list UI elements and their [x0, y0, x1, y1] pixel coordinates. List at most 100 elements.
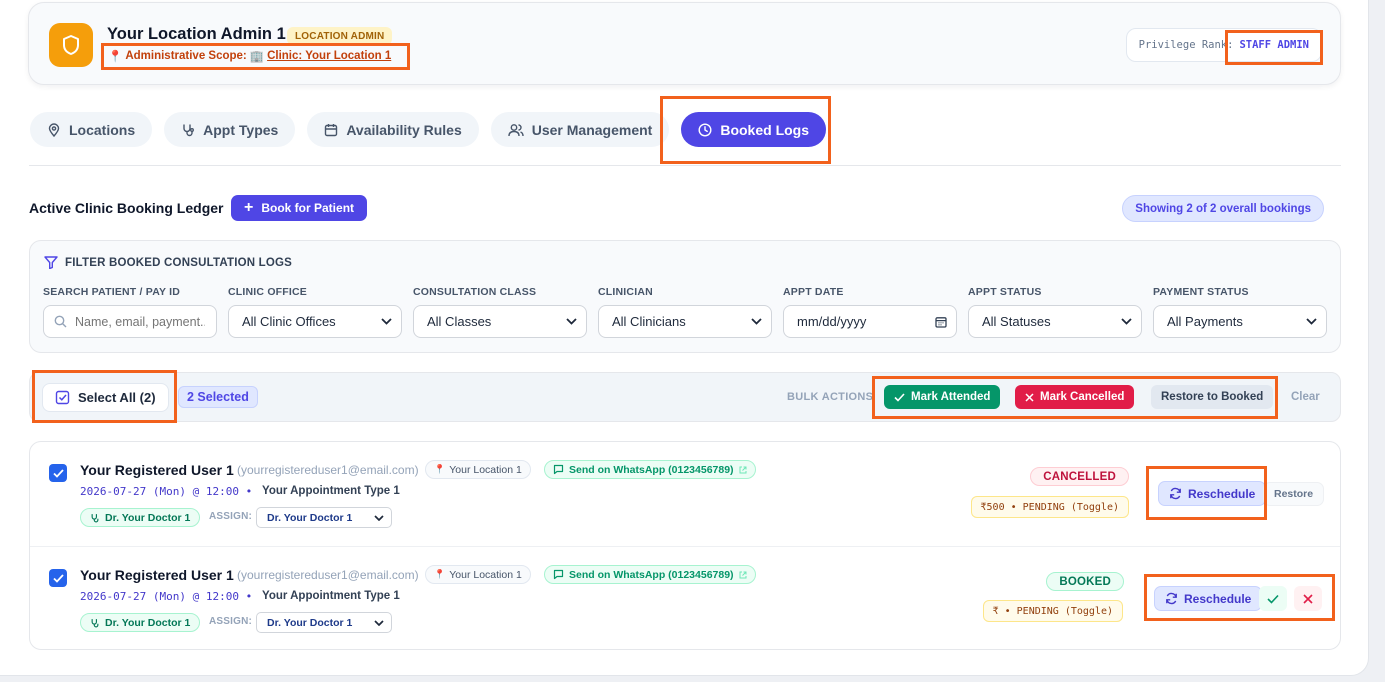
- assign-doctor-select[interactable]: Dr. Your Doctor 1: [256, 612, 392, 633]
- role-badge: LOCATION ADMIN: [287, 27, 393, 45]
- check-icon: [52, 573, 64, 583]
- class-label: CONSULTATION CLASS: [413, 286, 537, 298]
- whatsapp-label: Send on WhatsApp (0123456789): [569, 463, 734, 476]
- rank-value: STAFF ADMIN: [1239, 39, 1309, 51]
- search-label: SEARCH PATIENT / PAY ID: [43, 286, 181, 298]
- selected-count-badge: 2 Selected: [178, 386, 258, 408]
- search-icon: [54, 315, 67, 328]
- restore-to-booked-button[interactable]: Restore to Booked: [1151, 385, 1274, 409]
- tab-booked-logs[interactable]: Booked Logs: [681, 112, 827, 147]
- rank-label: Privilege Rank:: [1138, 39, 1234, 51]
- clinician-select[interactable]: All Clinicians: [598, 305, 772, 338]
- external-link-icon: [739, 466, 747, 473]
- assign-label: ASSIGN:: [209, 511, 253, 522]
- filter-class: CONSULTATION CLASS All Classes: [413, 286, 587, 338]
- tab-availability-rules[interactable]: Availability Rules: [307, 112, 479, 147]
- patient-name: Your Registered User 1: [80, 567, 234, 583]
- check-icon: [52, 468, 64, 478]
- reschedule-button[interactable]: Reschedule: [1158, 481, 1267, 506]
- filter-payment: PAYMENT STATUS All Payments: [1153, 286, 1327, 338]
- close-icon: [1303, 593, 1313, 604]
- search-input[interactable]: [75, 314, 205, 329]
- close-icon: [1025, 392, 1034, 402]
- filter-heading-text: FILTER BOOKED CONSULTATION LOGS: [65, 256, 293, 269]
- payment-toggle[interactable]: ₹500 • PENDING (Toggle): [970, 496, 1129, 518]
- status-label: APPT STATUS: [968, 286, 1042, 298]
- select-all-button[interactable]: Select All (2): [42, 383, 169, 412]
- plus-icon: +: [244, 199, 254, 216]
- location-pill: 📍 Your Location 1: [425, 460, 531, 479]
- mark-cancelled-button[interactable]: Mark Cancelled: [1015, 385, 1135, 409]
- filter-search: SEARCH PATIENT / PAY ID: [43, 286, 217, 338]
- whatsapp-link[interactable]: Send on WhatsApp (0123456789): [544, 565, 756, 584]
- assign-doctor-select[interactable]: Dr. Your Doctor 1: [256, 507, 392, 528]
- select-all-label: Select All (2): [78, 390, 156, 405]
- search-box[interactable]: [43, 305, 217, 338]
- class-value: All Classes: [427, 314, 492, 329]
- clear-selection-button[interactable]: Clear: [1291, 391, 1320, 403]
- tab-appt-types[interactable]: Appt Types: [164, 112, 296, 147]
- appointment-datetime: 2026-07-27 (Mon) @ 12:00 •: [80, 485, 253, 498]
- refresh-icon: [1170, 487, 1181, 500]
- reschedule-button[interactable]: Reschedule: [1154, 586, 1263, 611]
- row-checkbox[interactable]: [49, 569, 67, 587]
- filter-panel: FILTER BOOKED CONSULTATION LOGS SEARCH P…: [29, 240, 1341, 353]
- map-pin-icon: 📍: [108, 51, 123, 63]
- doctor-name: Dr. Your Doctor 1: [105, 511, 191, 524]
- row-checkbox[interactable]: [49, 464, 67, 482]
- checkbox-checked-icon: [55, 390, 70, 405]
- whatsapp-link[interactable]: Send on WhatsApp (0123456789): [544, 460, 756, 479]
- check-icon: [1267, 594, 1279, 604]
- reschedule-label: Reschedule: [1184, 591, 1252, 606]
- external-link-icon: [739, 571, 747, 578]
- payment-select[interactable]: All Payments: [1153, 305, 1327, 338]
- bulk-actions-bar: Select All (2) 2 Selected BULK ACTIONS M…: [29, 372, 1341, 422]
- mark-attended-button[interactable]: Mark Attended: [884, 385, 1001, 409]
- mark-attended-icon-button[interactable]: [1259, 586, 1287, 611]
- office-label: CLINIC OFFICE: [228, 286, 308, 298]
- book-button-label: Book for Patient: [261, 201, 355, 215]
- payment-value: All Payments: [1167, 314, 1243, 329]
- calendar-icon[interactable]: [935, 316, 947, 328]
- chevron-down-icon: [374, 619, 384, 626]
- tab-label: Availability Rules: [346, 121, 462, 138]
- date-input[interactable]: mm/dd/yyyy: [783, 305, 957, 338]
- scope-label: Administrative Scope:: [125, 50, 247, 62]
- admin-scope: 📍 Administrative Scope: 🏢 Clinic: Your L…: [108, 49, 391, 63]
- class-select[interactable]: All Classes: [413, 305, 587, 338]
- ledger-title: Active Clinic Booking Ledger: [29, 200, 224, 216]
- reschedule-label: Reschedule: [1188, 486, 1256, 501]
- clinician-label: CLINICIAN: [598, 286, 653, 298]
- assign-label: ASSIGN:: [209, 616, 253, 627]
- tab-locations[interactable]: Locations: [30, 112, 153, 147]
- payment-toggle[interactable]: ₹ • PENDING (Toggle): [982, 600, 1123, 622]
- mark-cancelled-icon-button[interactable]: [1294, 586, 1322, 611]
- mark-attended-label: Mark Attended: [911, 391, 991, 403]
- scope-clinic-link[interactable]: Clinic: Your Location 1: [267, 50, 391, 62]
- mark-cancelled-label: Mark Cancelled: [1040, 391, 1125, 403]
- patient-email: (yourregistereduser1@email.com): [237, 568, 419, 582]
- location-pill: 📍 Your Location 1: [425, 565, 531, 584]
- tab-user-management[interactable]: User Management: [490, 112, 670, 147]
- doctor-pill: Dr. Your Doctor 1: [80, 508, 201, 527]
- refresh-icon: [1166, 592, 1177, 605]
- tab-label: User Management: [531, 121, 653, 138]
- chevron-down-icon: [1121, 318, 1132, 325]
- bulk-actions-label: BULK ACTIONS: [787, 391, 874, 403]
- filter-office: CLINIC OFFICE All Clinic Offices: [228, 286, 402, 338]
- payment-label: PAYMENT STATUS: [1153, 286, 1249, 298]
- assign-value: Dr. Your Doctor 1: [267, 511, 353, 524]
- appointment-type: Your Appointment Type 1: [262, 590, 400, 602]
- status-select[interactable]: All Statuses: [968, 305, 1142, 338]
- list-item: Your Registered User 1 (yourregisteredus…: [30, 546, 1340, 649]
- tabs-divider: [29, 165, 1341, 166]
- filter-icon: [44, 256, 58, 269]
- stethoscope-icon: [183, 124, 195, 136]
- doctor-pill: Dr. Your Doctor 1: [80, 613, 201, 632]
- book-for-patient-button[interactable]: + Book for Patient: [231, 195, 368, 221]
- admin-header: Your Location Admin 1 LOCATION ADMIN 📍 A…: [28, 2, 1341, 85]
- chevron-down-icon: [1306, 318, 1317, 325]
- restore-button[interactable]: Restore: [1263, 482, 1325, 506]
- office-select[interactable]: All Clinic Offices: [228, 305, 402, 338]
- status-badge: BOOKED: [1046, 572, 1124, 591]
